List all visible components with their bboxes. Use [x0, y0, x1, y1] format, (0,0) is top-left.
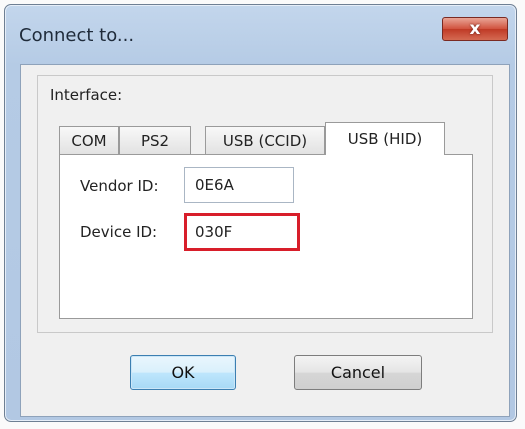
tab-ps2[interactable]: PS2	[119, 126, 191, 154]
dialog-title: Connect to...	[19, 25, 135, 46]
ok-button[interactable]: OK	[130, 355, 236, 390]
tab-label: COM	[71, 131, 107, 150]
close-icon: x	[469, 19, 481, 39]
interface-group: Interface: COM PS2 USB (CCID) USB (HID) …	[37, 75, 493, 333]
cancel-label: Cancel	[330, 363, 386, 382]
device-id-field[interactable]: 030F	[184, 213, 300, 251]
vendor-id-value: 0E6A	[195, 176, 234, 194]
tab-label: PS2	[140, 131, 170, 150]
dialog-client-area: Interface: COM PS2 USB (CCID) USB (HID) …	[20, 64, 510, 417]
tab-label: USB (HID)	[347, 130, 423, 148]
tab-com[interactable]: COM	[59, 126, 119, 154]
vendor-id-field[interactable]: 0E6A	[184, 167, 294, 203]
tab-label: USB (CCID)	[222, 131, 308, 150]
interface-label: Interface:	[50, 86, 123, 104]
cancel-button[interactable]: Cancel	[294, 355, 422, 390]
tab-usb-hid[interactable]: USB (HID)	[325, 122, 445, 155]
device-id-label: Device ID:	[80, 223, 158, 241]
connect-dialog: Connect to... x Interface: COM PS2 USB (…	[4, 4, 517, 422]
tab-usb-ccid[interactable]: USB (CCID)	[205, 126, 325, 154]
close-button[interactable]: x	[442, 17, 508, 41]
usb-hid-panel: Vendor ID: 0E6A Device ID: 030F	[59, 154, 473, 319]
vendor-id-label: Vendor ID:	[80, 177, 159, 195]
ok-label: OK	[171, 363, 195, 382]
device-id-value: 030F	[195, 223, 233, 241]
